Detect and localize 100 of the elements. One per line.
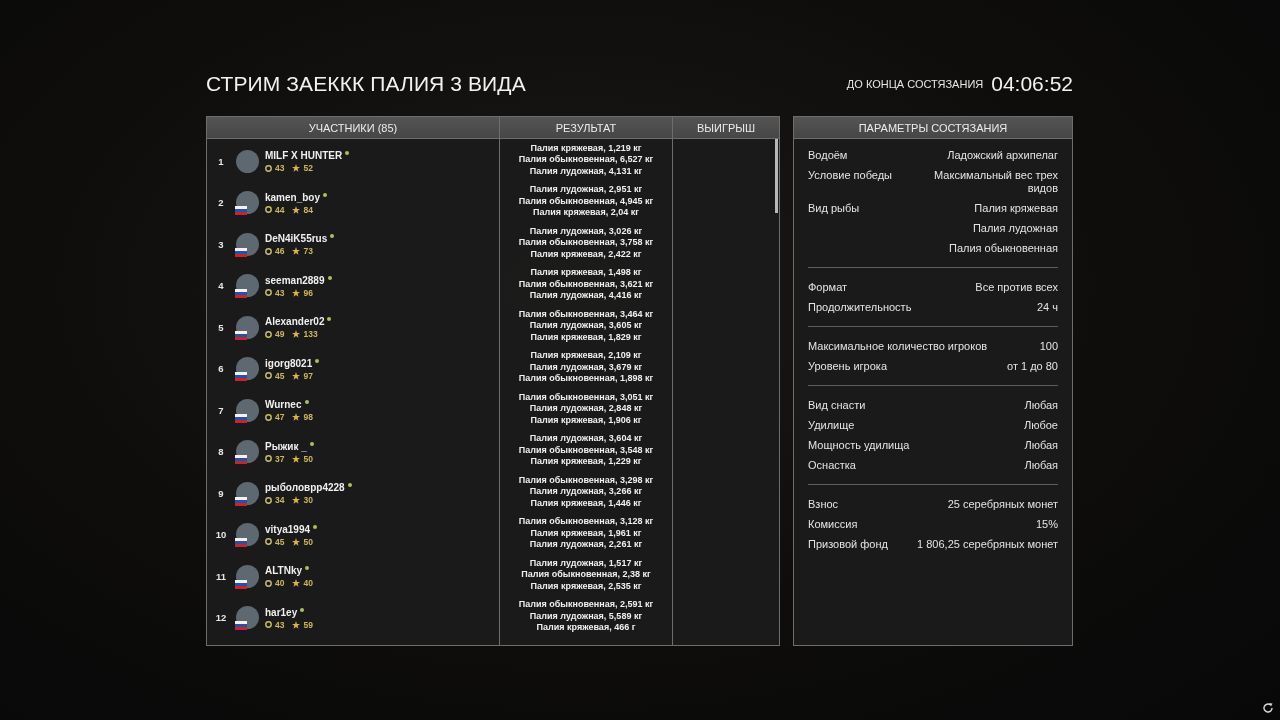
rank-number: 8 [217, 446, 225, 458]
parameter-value: Максимальный вес трех видов [933, 167, 1058, 196]
star-value: 84 [303, 204, 313, 215]
ring-value: 45 [275, 536, 285, 547]
ring-icon [265, 621, 272, 629]
star-value: 40 [303, 578, 313, 589]
parameter-label: Уровень игрока [808, 358, 887, 374]
ring-icon [265, 247, 272, 255]
parameter-label: Взнос [808, 496, 839, 512]
panel-header: ПАРАМЕТРЫ СОСТЯЗАНИЯ [857, 120, 1009, 136]
rank-number: 9 [217, 487, 225, 499]
star-icon [292, 164, 301, 173]
player-name[interactable]: har1ey [265, 606, 298, 619]
result-line: Палия кряжевая, 2,422 кг [530, 248, 642, 260]
parameter-label: Мощность удилища [808, 437, 910, 453]
result-line: Палия обыкновенная, 3,298 кг [518, 474, 654, 486]
player-name[interactable]: kamen_boy [265, 191, 321, 204]
result-line: Палия кряжевая, 2,109 кг [530, 350, 642, 362]
ring-icon [265, 413, 272, 421]
star-value: 30 [303, 495, 313, 506]
rank-number: 3 [217, 238, 225, 250]
result-line: Палия обыкновенная, 3,464 кг [518, 308, 654, 320]
rank-number: 1 [217, 155, 225, 167]
result-line: Палия лудожная, 3,266 кг [529, 486, 643, 498]
parameter-value: 100 [1039, 338, 1058, 354]
star-icon [292, 537, 301, 546]
star-value: 73 [303, 246, 313, 257]
ring-value: 40 [275, 578, 285, 589]
result-line: Палия обыкновенная, 3,051 кг [518, 391, 654, 403]
parameter-label: Водоём [808, 147, 848, 163]
star-value: 50 [303, 453, 313, 464]
star-icon [292, 371, 301, 380]
result-line: Палия лудожная, 1,517 кг [529, 557, 643, 569]
rank-number: 2 [217, 197, 225, 209]
ring-icon [265, 164, 272, 172]
ring-icon [265, 330, 272, 338]
player-name[interactable]: рыболоврр4228 [265, 482, 345, 495]
parameter-label: Оснастка [808, 457, 856, 473]
result-line: Палия кряжевая, 1,906 кг [530, 414, 642, 426]
parameter-label: Удилище [808, 417, 855, 433]
star-value: 97 [303, 370, 313, 381]
result-line: Палия кряжевая, 1,961 кг [530, 527, 642, 539]
result-line: Палия обыкновенная, 6,527 кг [518, 154, 654, 166]
player-name[interactable]: Рыжик _ [265, 440, 307, 453]
parameter-value: Любое [1024, 417, 1058, 433]
result-line: Палия лудожная, 3,604 кг [529, 433, 643, 445]
column-header: УЧАСТНИКИ (85) [207, 117, 500, 138]
parameter-value: 24 ч [1036, 299, 1058, 315]
result-line: Палия обыкновенная, 3,128 кг [518, 516, 654, 528]
player-name[interactable]: vitya1994 [265, 523, 311, 536]
result-line: Палия лудожная, 4,416 кг [529, 290, 643, 302]
result-line: Палия кряжевая, 2,04 кг [533, 207, 639, 219]
parameter-label: Вид рыбы [808, 200, 860, 216]
ring-value: 37 [275, 453, 285, 464]
rank-number: 6 [217, 363, 225, 375]
result-line: Палия лудожная, 3,679 кг [529, 361, 643, 373]
star-icon [292, 496, 301, 505]
parameter-value: от 1 до 80 [1007, 358, 1058, 374]
player-name[interactable]: DeN4iK55rus [265, 233, 328, 246]
player-name[interactable]: Wurnec [265, 399, 302, 412]
parameter-value: Палия обыкновенная [949, 240, 1058, 256]
result-line: Палия лудожная, 2,951 кг [529, 184, 643, 196]
column-header: РЕЗУЛЬТАТ [500, 117, 673, 138]
ring-icon [265, 289, 272, 297]
player-name[interactable]: Alexander02 [265, 316, 325, 329]
star-icon [292, 579, 301, 588]
player-name[interactable]: igorg8021 [265, 357, 313, 370]
star-icon [292, 330, 301, 339]
star-value: 50 [303, 536, 313, 547]
star-icon [292, 205, 301, 214]
rank-number: 4 [217, 280, 225, 292]
result-line: Палия обыкновенная, 2,591 кг [518, 599, 654, 611]
ring-value: 47 [275, 412, 285, 423]
parameter-value: Все против всех [975, 279, 1058, 295]
refresh-icon[interactable] [1262, 702, 1274, 714]
star-icon [292, 413, 301, 422]
parameter-value: 25 серебряных монет [947, 496, 1058, 512]
parameter-label: Призовой фонд [808, 536, 888, 552]
result-line: Палия кряжевая, 1,219 кг [530, 142, 642, 154]
scrollbar-thumb[interactable] [775, 139, 778, 213]
result-line: Палия кряжевая, 2,535 кг [530, 580, 642, 592]
star-icon [292, 454, 301, 463]
ring-value: 43 [275, 287, 285, 298]
player-name[interactable]: ALTNky [265, 565, 303, 578]
parameter-label: Формат [808, 279, 848, 295]
parameter-value: Палия кряжевая [974, 200, 1058, 216]
player-name[interactable]: seeman2889 [265, 274, 325, 287]
parameter-value: 15% [1035, 516, 1058, 532]
ring-value: 49 [275, 329, 285, 340]
ring-value: 45 [275, 370, 285, 381]
result-line: Палия обыкновенная, 3,548 кг [518, 444, 654, 456]
ring-value: 46 [275, 246, 285, 257]
timer-label: ДО КОНЦА СОСТЯЗАНИЯ [846, 78, 984, 90]
rank-number: 12 [214, 612, 228, 624]
result-line: Палия обыкновенная, 4,945 кг [518, 195, 654, 207]
star-value: 98 [303, 412, 313, 423]
ring-icon [265, 538, 272, 546]
result-line: Палия обыкновенная, 3,621 кг [518, 278, 654, 290]
rank-number: 7 [217, 404, 225, 416]
player-name[interactable]: MILF X HUNTER [265, 150, 343, 163]
